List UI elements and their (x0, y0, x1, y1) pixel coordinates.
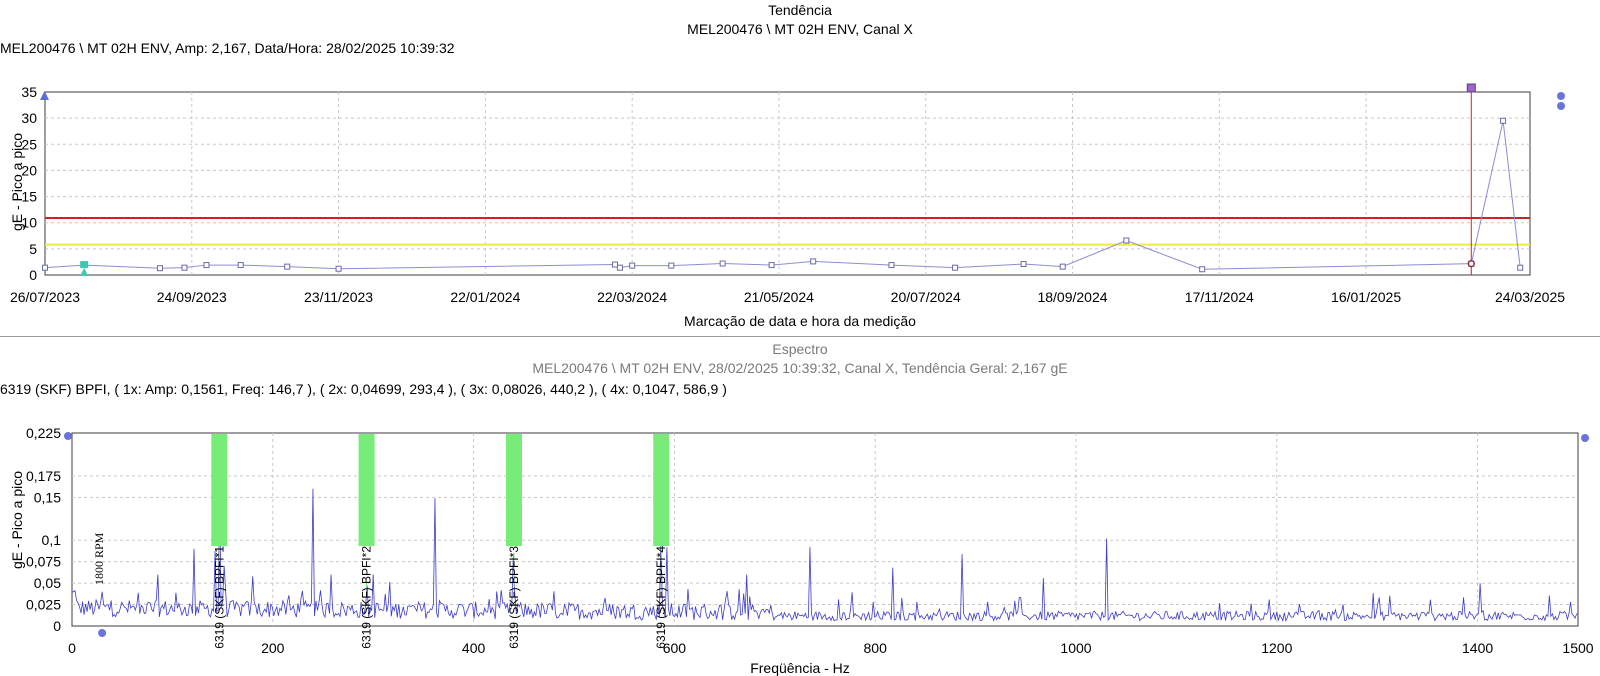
spectrum-fault-marker-label: 6319 (SKF) BPFI*4 (654, 546, 668, 649)
trend-y-tick-label: 15 (21, 189, 37, 205)
spectrum-x-tick-label: 400 (462, 640, 486, 656)
trend-data-point (952, 264, 959, 271)
spectrum-fault-marker-box (653, 434, 670, 546)
trend-x-tick-label: 22/01/2024 (450, 289, 520, 305)
trend-x-tick-label: 17/11/2024 (1185, 289, 1254, 305)
spectrum-range-marker (1581, 434, 1589, 442)
trend-y-tick-label: 20 (21, 162, 37, 178)
spectrum-x-tick-label: 0 (68, 640, 76, 656)
spectrum-x-tick-label: 800 (864, 640, 888, 656)
trend-data-point (810, 258, 817, 265)
trend-y-tick-label: 30 (21, 110, 37, 126)
trend-x-tick-label: 22/03/2024 (597, 289, 667, 305)
trend-x-tick-label: 24/09/2023 (157, 289, 227, 305)
trend-y-tick-label: 10 (21, 215, 37, 231)
spectrum-fault-marker-label: 6319 (SKF) BPFI*2 (360, 546, 374, 649)
trend-data-point (888, 262, 895, 269)
spectrum-x-tick-label: 1000 (1060, 640, 1091, 656)
spectrum-fault-marker-1: 6319 (SKF) BPFI*1 (211, 434, 228, 649)
trend-x-tick-label: 24/03/2025 (1495, 289, 1565, 305)
spectrum-rpm-marker (98, 629, 107, 637)
spectrum-y-tick-label: 0,025 (26, 597, 61, 613)
spectrum-fault-marker-box (358, 434, 375, 546)
trend-annotation-marker (80, 261, 89, 269)
trend-data-point (1199, 266, 1206, 273)
spectrum-y-tick-label: 0,225 (26, 425, 61, 441)
spectrum-y-tick-label: 0,15 (34, 489, 61, 505)
spectrum-x-tick-label: 1400 (1462, 640, 1493, 656)
trend-y-tick-label: 0 (29, 267, 37, 283)
trend-data-point (612, 261, 619, 268)
trend-data-point (768, 262, 775, 269)
trend-x-tick-label: 18/09/2024 (1037, 289, 1107, 305)
spectrum-fault-marker-box (211, 434, 228, 546)
spectrum-plot-area (71, 432, 1579, 627)
spectrum-fault-marker-3: 6319 (SKF) BPFI*3 (505, 434, 522, 649)
trend-y-tick-label: 5 (29, 241, 37, 257)
spectrum-fault-marker-4: 6319 (SKF) BPFI*4 (653, 434, 670, 649)
trend-x-tick-label: 20/07/2024 (891, 289, 961, 305)
trend-x-tick-label: 21/05/2024 (744, 289, 814, 305)
trend-x-tick-label: 23/11/2023 (304, 289, 373, 305)
trend-y-tick-label: 35 (21, 84, 37, 100)
charts-canvas[interactable]: 26/07/2023 24/09/2023 23/11/2023 22/01/2024… (0, 0, 1600, 676)
spectrum-fault-marker-2: 6319 (SKF) BPFI*2 (358, 434, 375, 649)
trend-y-tick-label: 25 (21, 136, 37, 152)
trend-plot-area (44, 91, 1531, 276)
spectrum-x-tick-label: 1200 (1261, 640, 1292, 656)
trend-data-point (668, 262, 675, 269)
trend-data-point (42, 264, 48, 271)
spectrum-fault-marker-label: 6319 (SKF) BPFI*3 (507, 546, 521, 649)
trend-data-point (616, 264, 623, 271)
spectrum-x-tick-label: 200 (261, 640, 285, 656)
spectrum-x-tick-label: 1500 (1562, 640, 1593, 656)
trend-data-point (335, 265, 342, 272)
spectrum-y-tick-label: 0,175 (26, 468, 61, 484)
trend-data-point (203, 262, 210, 269)
trend-range-marker (1557, 102, 1565, 110)
trend-data-point (1020, 261, 1027, 268)
trend-data-point (156, 265, 163, 272)
spectrum-fault-marker-label: 6319 (SKF) BPFI*1 (212, 546, 226, 649)
trend-x-tick-label: 16/01/2025 (1331, 289, 1401, 305)
spectrum-y-tick-label: 0,05 (34, 575, 61, 591)
trend-data-point (237, 262, 244, 269)
trend-data-point (1059, 263, 1066, 270)
trend-data-point (1123, 237, 1130, 244)
trend-x-tick-label: 26/07/2023 (10, 289, 80, 305)
trend-data-point (629, 262, 636, 269)
trend-data-point (284, 263, 291, 270)
trend-cursor-handle (1466, 83, 1476, 93)
trend-data-point (719, 260, 726, 267)
trend-data-point (1517, 264, 1524, 271)
spectrum-fault-marker-box (505, 434, 522, 546)
spectrum-y-tick-label: 0,1 (42, 532, 62, 548)
trend-data-point (181, 264, 188, 271)
spectrum-y-tick-label: 0 (53, 618, 61, 634)
trend-data-point (1500, 117, 1507, 124)
spectrum-rpm-label: 1800 RPM (92, 532, 106, 585)
spectrum-y-tick-label: 0,075 (26, 554, 61, 570)
trend-range-marker (1557, 92, 1565, 100)
spectrum-range-marker (64, 432, 72, 440)
